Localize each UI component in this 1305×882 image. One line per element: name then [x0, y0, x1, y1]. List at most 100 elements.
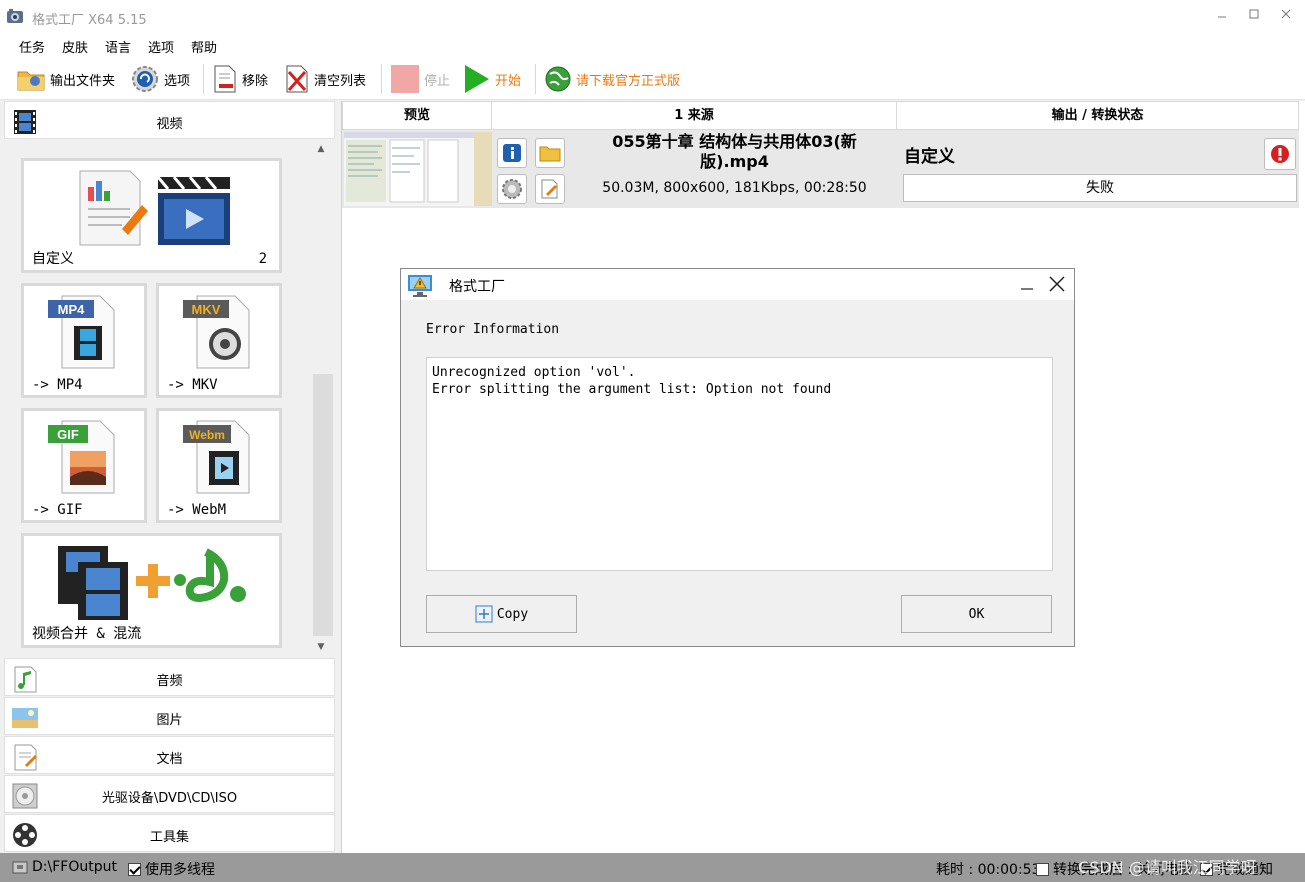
- tile-mkv-badge: MKV: [192, 302, 221, 317]
- tile-video-merge-label: 视频合并 & 混流: [32, 626, 142, 642]
- open-output-folder-button[interactable]: [535, 138, 565, 168]
- tile-custom-label: 自定义: [32, 251, 74, 267]
- close-window-button[interactable]: [1276, 8, 1296, 26]
- minimize-icon: [1021, 288, 1033, 290]
- menu-bar: 任务 皮肤 语言 选项 帮助: [0, 34, 1305, 58]
- ok-button[interactable]: OK: [901, 595, 1052, 633]
- toolbar-separator: [535, 64, 536, 94]
- category-toolbox[interactable]: 工具集: [4, 814, 335, 852]
- scroll-up-button[interactable]: ▲: [315, 144, 327, 156]
- category-document[interactable]: 文档: [4, 736, 335, 774]
- menu-task[interactable]: 任务: [19, 37, 45, 56]
- category-audio-label: 音频: [156, 674, 183, 689]
- output-folder-button[interactable]: 输出文件夹: [16, 63, 115, 95]
- error-details-button[interactable]: [1264, 138, 1296, 170]
- clear-list-button[interactable]: 清空列表: [284, 63, 366, 95]
- dialog-minimize-button[interactable]: [1018, 272, 1036, 294]
- dialog-close-button[interactable]: [1047, 274, 1067, 294]
- tile-custom[interactable]: 自定义 2: [21, 158, 282, 273]
- tile-webm-label: -> WebM: [167, 502, 227, 518]
- output-path: D:\FFOutput: [32, 859, 117, 875]
- tile-mkv-label: -> MKV: [167, 377, 218, 393]
- clear-list-icon: [286, 65, 308, 93]
- gear-icon: [502, 179, 522, 199]
- options-button[interactable]: 选项: [130, 63, 190, 95]
- tile-mp4-badge: MP4: [58, 302, 86, 317]
- info-icon: [503, 144, 521, 162]
- start-button[interactable]: 开始: [463, 63, 521, 95]
- category-image[interactable]: 图片: [4, 697, 335, 735]
- category-toolbox-label: 工具集: [149, 830, 189, 845]
- ok-button-label: OK: [968, 606, 985, 622]
- category-video-label: 视频: [156, 117, 183, 132]
- start-label: 开始: [495, 73, 522, 89]
- category-panel: 视频 自定义 2 MP4 -> MP4 MKV -> MKV GIF -> GI…: [4, 101, 336, 853]
- tile-mp4-label: -> MP4: [32, 377, 83, 393]
- multithread-label: 使用多线程: [145, 862, 215, 878]
- error-message-box[interactable]: Unrecognized option 'vol'. Error splitti…: [426, 357, 1053, 571]
- error-icon: [1271, 145, 1289, 163]
- after-convert-check[interactable]: [1036, 862, 1049, 876]
- close-icon: [1049, 276, 1065, 292]
- scroll-thumb[interactable]: [313, 374, 333, 636]
- error-message-line: Error splitting the argument list: Optio…: [432, 382, 832, 397]
- toolbar: 输出文件夹 选项 移除 清空列表 停止 开始 请下载官方正式版: [0, 58, 1305, 100]
- scroll-down-button[interactable]: ▼: [315, 642, 327, 654]
- task-row[interactable]: 055第十章 结构体与共用体03(新版).mp4 50.03M, 800x600…: [342, 130, 1299, 208]
- download-official-link[interactable]: 请下载官方正式版: [544, 63, 680, 95]
- menu-help[interactable]: 帮助: [191, 37, 217, 56]
- dialog-title-bar: 格式工厂: [401, 269, 1074, 300]
- toolbar-separator: [203, 64, 204, 94]
- source-file-info: 50.03M, 800x600, 181Kbps, 00:28:50: [602, 180, 867, 196]
- file-info-button[interactable]: [497, 138, 527, 168]
- error-message-line: Unrecognized option 'vol'.: [432, 365, 636, 380]
- stop-button[interactable]: 停止: [390, 63, 450, 95]
- copy-icon: [475, 605, 493, 623]
- menu-language[interactable]: 语言: [105, 37, 131, 56]
- remove-button[interactable]: 移除: [212, 63, 268, 95]
- multithread-checkbox[interactable]: 使用多线程: [128, 859, 215, 879]
- copy-button-label: Copy: [496, 606, 529, 622]
- maximize-button[interactable]: [1244, 8, 1264, 26]
- output-folder-label: 输出文件夹: [50, 73, 116, 89]
- webm-file-icon: Webm: [183, 420, 250, 494]
- dialog-title: 格式工厂: [449, 279, 505, 295]
- window-title: 格式工厂 X64 5.15: [32, 13, 147, 28]
- tile-video-merge[interactable]: 视频合并 & 混流: [21, 533, 282, 648]
- warning-monitor-icon: [408, 275, 432, 297]
- multithread-check[interactable]: [128, 862, 141, 876]
- category-video[interactable]: 视频: [4, 101, 335, 139]
- copy-button[interactable]: Copy: [426, 595, 577, 633]
- category-audio[interactable]: 音频: [4, 658, 335, 696]
- output-format: 自定义: [904, 147, 955, 167]
- category-rom-device-label: 光驱设备\DVD\CD\ISO: [101, 791, 238, 806]
- tile-gif[interactable]: GIF -> GIF: [21, 408, 147, 523]
- tile-mp4[interactable]: MP4 -> MP4: [21, 283, 147, 398]
- download-official-label: 请下载官方正式版: [576, 73, 681, 89]
- clear-list-label: 清空列表: [314, 73, 367, 89]
- category-rom-device[interactable]: 光驱设备\DVD\CD\ISO: [4, 775, 335, 813]
- edit-clip-button[interactable]: [535, 174, 565, 204]
- category-document-label: 文档: [156, 752, 183, 767]
- gear-icon: [132, 66, 158, 92]
- globe-icon: [545, 66, 571, 92]
- folder-icon: [17, 71, 45, 91]
- menu-skin[interactable]: 皮肤: [62, 37, 88, 56]
- csdn-watermark: CSDN @请叫我江同学呀: [1078, 858, 1257, 877]
- edit-icon: [541, 179, 558, 199]
- minimize-button[interactable]: [1212, 8, 1232, 26]
- stop-icon: [391, 65, 419, 93]
- column-output-status[interactable]: 输出 / 转换状态: [896, 101, 1299, 130]
- tiles-scrollbar[interactable]: ▲ ▼: [309, 140, 333, 656]
- tile-gif-label: -> GIF: [32, 502, 83, 518]
- column-preview[interactable]: 预览: [342, 101, 492, 130]
- menu-options[interactable]: 选项: [148, 37, 174, 56]
- tile-webm[interactable]: Webm -> WebM: [156, 408, 282, 523]
- output-path-item[interactable]: D:\FFOutput: [12, 859, 117, 875]
- format-factory-window: 格式工厂 X64 5.15 任务 皮肤 语言 选项 帮助 输出文件夹 选项 移除…: [0, 0, 1305, 882]
- output-settings-button[interactable]: [497, 174, 527, 204]
- column-source[interactable]: 1 来源: [491, 101, 897, 130]
- merge-mux-icon: [58, 546, 246, 620]
- folder-icon: [539, 146, 561, 162]
- tile-mkv[interactable]: MKV -> MKV: [156, 283, 282, 398]
